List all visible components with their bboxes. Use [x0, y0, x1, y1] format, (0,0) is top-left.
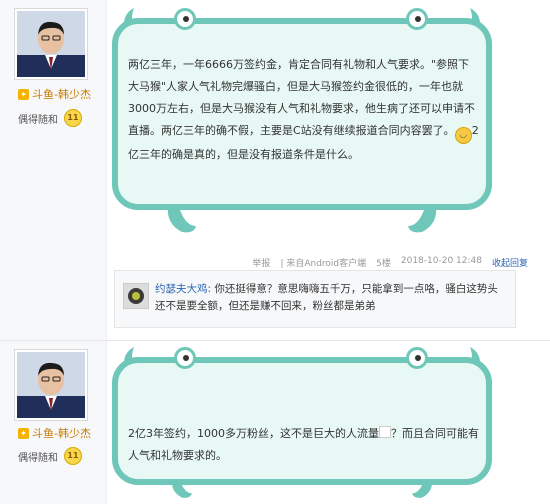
- smiley-emoji-icon: ◡: [454, 127, 472, 144]
- comment-bubble: 2亿3年签约，1000多万粉丝，这不是巨大的人流量 ？而且合同可能有人气和礼物要求…: [112, 347, 492, 485]
- collapse-reply-button[interactable]: 收起回复: [492, 256, 528, 269]
- reply-content: 约瑟夫大鸡: 你还挺得意？意思嗨嗨五千万，只能拿到一点咯，骚白这势头还不是要全额…: [155, 281, 507, 315]
- user-meta: 偶得随和 11: [18, 447, 82, 465]
- user-sidebar: ✦ 斗鱼-韩少杰 偶得随和 11: [0, 0, 107, 340]
- bubble-eye-icon: [174, 347, 196, 369]
- bubble-eye-icon: [406, 8, 428, 30]
- bubble-eye-icon: [406, 347, 428, 369]
- post-floor-5: ✦ 斗鱼-韩少杰 偶得随和 11 两亿三年，一年6666万签约金，肯定合同有礼物…: [0, 0, 550, 340]
- post-datetime: 2018-10-20 12:48: [400, 256, 482, 266]
- emoji-placeholder-icon: [379, 426, 391, 438]
- level-badge: 11: [64, 109, 82, 127]
- post-floor-next: ✦ 斗鱼-韩少杰 偶得随和 11 2亿3年签约，1000多万粉丝，这不是巨大的人…: [0, 340, 550, 504]
- bubble-eye-icon: [174, 8, 196, 30]
- bubble-arm-icon: [408, 206, 437, 233]
- post-footer: 举报 | 来自Android客户端 5楼 2018-10-20 12:48 收起…: [252, 256, 528, 269]
- user-avatar[interactable]: [14, 349, 88, 421]
- post-content-text: 2亿3年签约，1000多万粉丝，这不是巨大的人流量: [128, 427, 379, 440]
- floor-number: 5楼: [376, 259, 391, 269]
- user-avatar[interactable]: [14, 8, 88, 80]
- post-content-text: 两亿三年，一年6666万签约金，肯定合同有礼物和人气要求。"参照下大马猴"人家人…: [128, 58, 475, 137]
- reply-username[interactable]: 约瑟夫大鸡:: [155, 283, 211, 295]
- report-link[interactable]: 举报: [252, 256, 270, 269]
- username-text[interactable]: 斗鱼-韩少杰: [32, 86, 91, 102]
- username[interactable]: ✦ 斗鱼-韩少杰: [18, 425, 91, 441]
- bubble-arm-icon: [167, 206, 196, 233]
- post-source: | 来自Android客户端: [280, 259, 367, 269]
- member-badge-icon: ✦: [18, 427, 29, 439]
- bubble-arm-icon: [171, 479, 192, 498]
- post-content: 两亿三年，一年6666万签约金，肯定合同有礼物和人气要求。"参照下大马猴"人家人…: [128, 54, 480, 166]
- level-badge: 11: [64, 447, 82, 465]
- user-title: 偶得随和: [18, 452, 58, 464]
- username-text[interactable]: 斗鱼-韩少杰: [32, 425, 91, 441]
- reply-box: 约瑟夫大鸡: 你还挺得意？意思嗨嗨五千万，只能拿到一点咯，骚白这势头还不是要全额…: [114, 270, 516, 328]
- post-content: 2亿3年签约，1000多万粉丝，这不是巨大的人流量 ？而且合同可能有人气和礼物要求…: [128, 423, 480, 467]
- user-meta: 偶得随和 11: [18, 109, 82, 127]
- member-badge-icon: ✦: [18, 88, 29, 100]
- user-title: 偶得随和: [18, 114, 58, 126]
- username[interactable]: ✦ 斗鱼-韩少杰: [18, 86, 91, 102]
- reply-user-avatar[interactable]: [123, 283, 149, 309]
- comment-bubble: 两亿三年，一年6666万签约金，肯定合同有礼物和人气要求。"参照下大马猴"人家人…: [112, 8, 492, 210]
- user-sidebar: ✦ 斗鱼-韩少杰 偶得随和 11: [0, 341, 107, 504]
- bubble-arm-icon: [412, 479, 433, 498]
